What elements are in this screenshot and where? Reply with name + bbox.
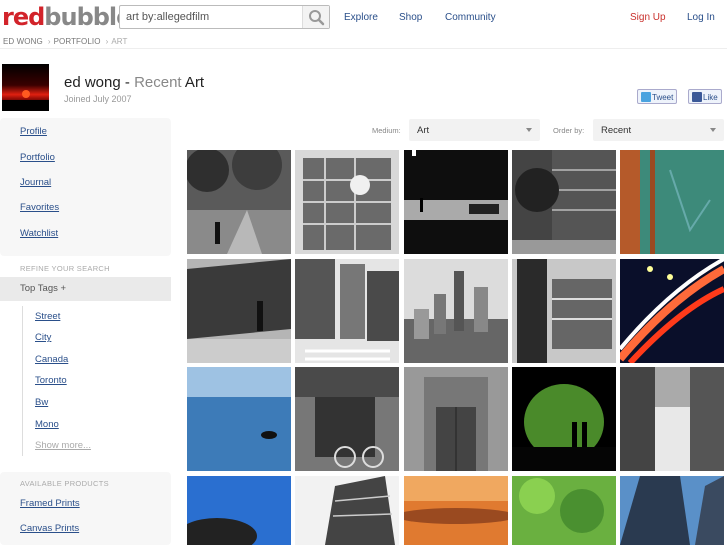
- order-select[interactable]: Recent: [593, 119, 724, 141]
- tags-divider: [22, 306, 23, 456]
- nav-shop[interactable]: Shop: [399, 12, 422, 23]
- title-recent: Recent: [134, 74, 182, 91]
- search-input[interactable]: [120, 6, 302, 28]
- breadcrumb: ED WONG › PORTFOLIO › ART: [3, 37, 129, 46]
- artwork-thumbnail[interactable]: [404, 150, 508, 254]
- search-button[interactable]: [302, 6, 329, 28]
- artwork-thumbnail[interactable]: [187, 150, 291, 254]
- tag-street[interactable]: Street: [35, 311, 60, 322]
- page-title: ed wong - Recent Art: [64, 74, 205, 91]
- medium-label: Medium:: [372, 126, 401, 135]
- nav-explore[interactable]: Explore: [344, 12, 378, 23]
- title-art: Art: [181, 74, 205, 91]
- refine-label: REFINE YOUR SEARCH: [20, 264, 110, 273]
- artwork-thumbnail[interactable]: [404, 476, 508, 545]
- products-label: AVAILABLE PRODUCTS: [20, 479, 109, 488]
- search-icon: [309, 10, 325, 26]
- artwork-thumbnail[interactable]: [187, 476, 291, 545]
- search-box: [119, 5, 330, 29]
- artwork-thumbnail[interactable]: [620, 259, 724, 363]
- breadcrumb-separator-icon: ›: [47, 37, 51, 46]
- tag-bw[interactable]: Bw: [35, 397, 48, 408]
- tag-mono[interactable]: Mono: [35, 419, 59, 430]
- nav-community[interactable]: Community: [445, 12, 496, 23]
- artwork-thumbnail[interactable]: [620, 150, 724, 254]
- chevron-down-icon: [710, 128, 716, 132]
- twitter-icon: [641, 92, 651, 102]
- sidebar-item-favorites[interactable]: Favorites: [20, 202, 59, 213]
- tag-canada[interactable]: Canada: [35, 354, 68, 365]
- artwork-thumbnail[interactable]: [187, 259, 291, 363]
- medium-select[interactable]: Art: [409, 119, 540, 141]
- breadcrumb-current: ART: [111, 37, 128, 46]
- breadcrumb-portfolio[interactable]: PORTFOLIO: [54, 37, 101, 46]
- artwork-thumbnail[interactable]: [620, 476, 724, 545]
- product-canvas-prints[interactable]: Canvas Prints: [20, 523, 79, 534]
- artwork-thumbnail[interactable]: [295, 150, 399, 254]
- artwork-thumbnail[interactable]: [187, 367, 291, 471]
- facebook-icon: [692, 92, 702, 102]
- top-tags-toggle[interactable]: Top Tags +: [0, 277, 171, 301]
- artwork-thumbnail[interactable]: [512, 150, 616, 254]
- artwork-thumbnail[interactable]: [295, 367, 399, 471]
- artwork-thumbnail[interactable]: [404, 367, 508, 471]
- redbubble-logo[interactable]: redbubble: [2, 3, 132, 31]
- tweet-button[interactable]: Tweet: [637, 89, 678, 104]
- artwork-thumbnail[interactable]: [295, 476, 399, 545]
- sidebar-item-profile[interactable]: Profile: [20, 126, 47, 137]
- login-link[interactable]: Log In: [687, 12, 715, 23]
- breadcrumb-separator-icon: ›: [105, 37, 109, 46]
- profile-name[interactable]: ed wong: [64, 74, 121, 91]
- artwork-thumbnail[interactable]: [512, 367, 616, 471]
- like-button[interactable]: Like: [688, 89, 722, 104]
- sidebar-item-portfolio[interactable]: Portfolio: [20, 152, 55, 163]
- divider: [0, 48, 727, 49]
- avatar[interactable]: [2, 64, 49, 111]
- signup-link[interactable]: Sign Up: [630, 12, 666, 23]
- site-header: redbubble Explore Shop Community Sign Up…: [0, 0, 727, 35]
- artwork-thumbnail[interactable]: [512, 259, 616, 363]
- breadcrumb-user[interactable]: ED WONG: [3, 37, 43, 46]
- artwork-thumbnail[interactable]: [620, 367, 724, 471]
- show-more-tags[interactable]: Show more...: [35, 440, 91, 451]
- artwork-thumbnail[interactable]: [295, 259, 399, 363]
- product-framed-prints[interactable]: Framed Prints: [20, 498, 80, 509]
- sidebar-item-journal[interactable]: Journal: [20, 177, 51, 188]
- artwork-thumbnail[interactable]: [512, 476, 616, 545]
- tag-city[interactable]: City: [35, 332, 51, 343]
- order-label: Order by:: [553, 126, 585, 135]
- tag-toronto[interactable]: Toronto: [35, 375, 67, 386]
- joined-date: Joined July 2007: [64, 94, 132, 104]
- artwork-thumbnail[interactable]: [404, 259, 508, 363]
- sidebar-item-watchlist[interactable]: Watchlist: [20, 228, 58, 239]
- chevron-down-icon: [526, 128, 532, 132]
